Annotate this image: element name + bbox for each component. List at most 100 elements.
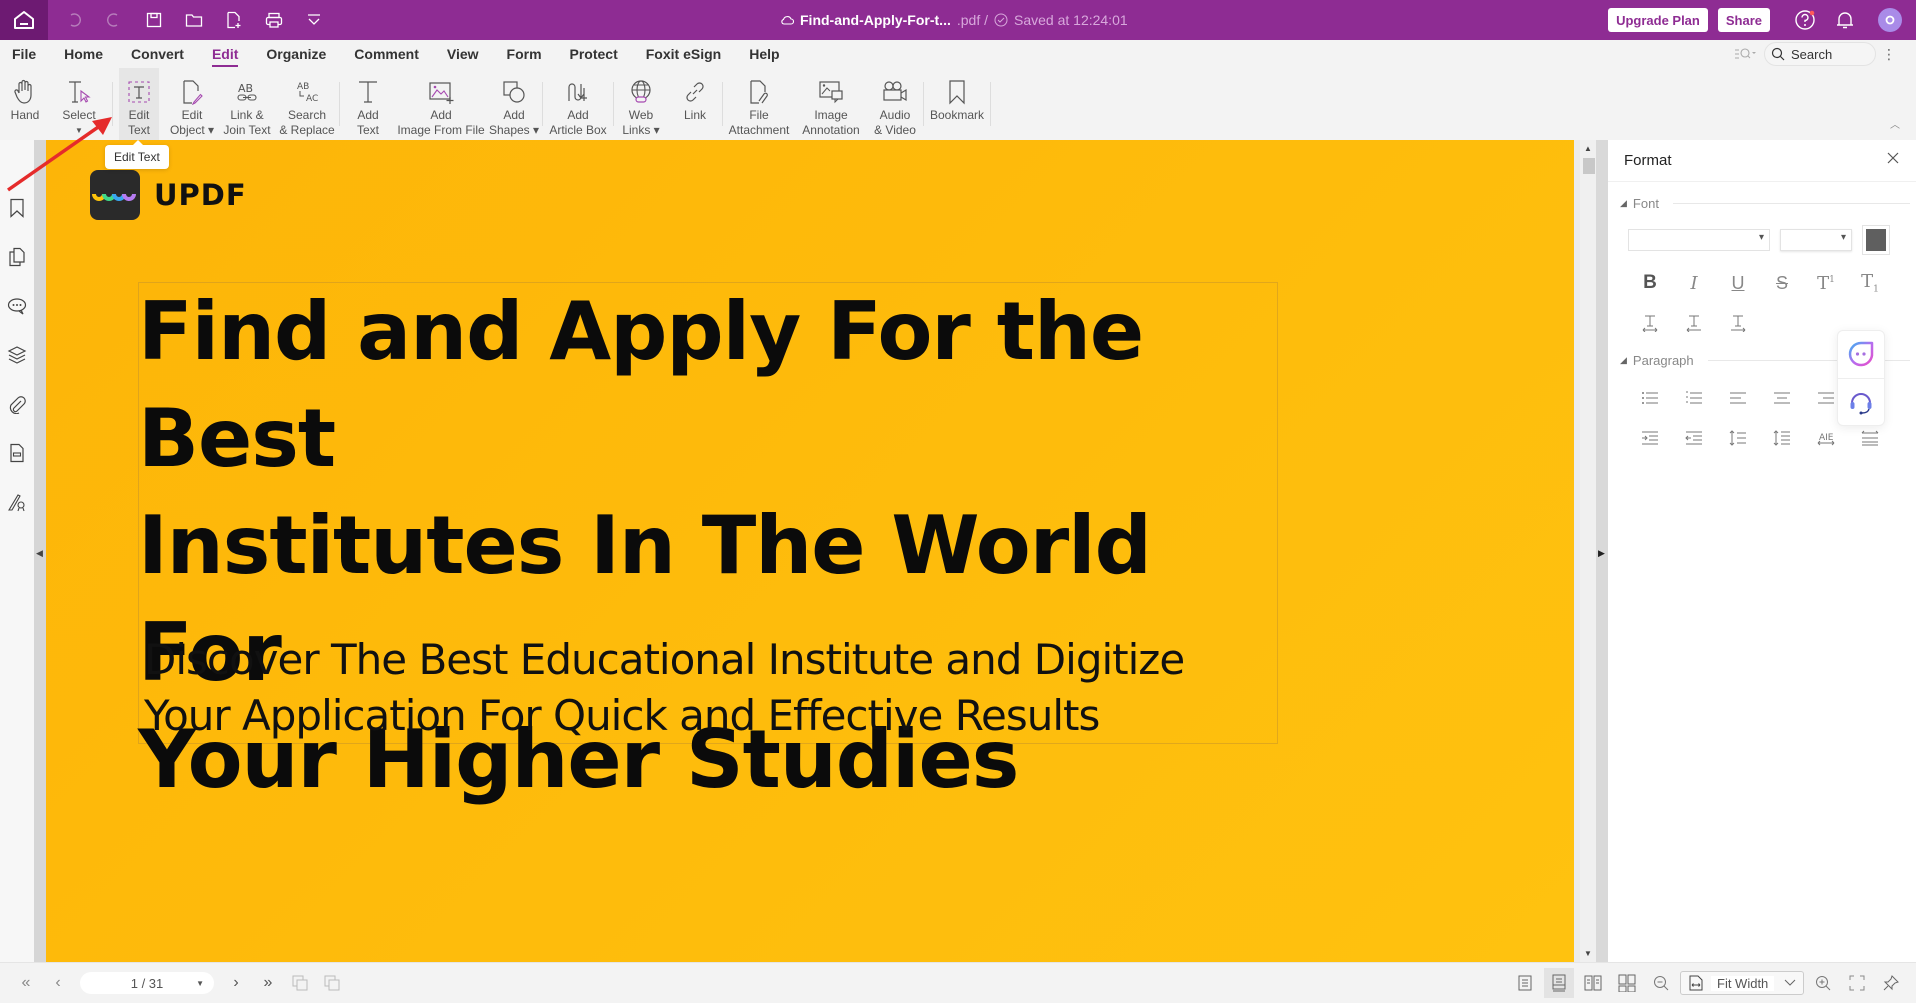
add-text-button[interactable]: Add Text <box>340 68 396 140</box>
add-shapes-button[interactable]: Add Shapes ▾ <box>486 68 542 140</box>
first-page-button[interactable]: « <box>10 968 42 998</box>
edit-text-button[interactable]: Edit Text <box>119 68 159 140</box>
sidebar-pages[interactable] <box>5 245 29 269</box>
menu-help[interactable]: Help <box>735 40 793 68</box>
line-spacing-button[interactable] <box>1716 422 1760 454</box>
continuous-view-button[interactable] <box>1544 968 1574 998</box>
fullscreen-button[interactable] <box>1842 968 1872 998</box>
edit-object-button[interactable]: Edit Object ▾ <box>165 68 219 140</box>
redo-button[interactable] <box>94 0 134 40</box>
share-button[interactable]: Share <box>1717 8 1770 32</box>
menu-file[interactable]: File <box>0 40 50 68</box>
align-left-button[interactable] <box>1716 382 1760 414</box>
last-page-button[interactable]: » <box>252 968 284 998</box>
menu-form[interactable]: Form <box>493 40 556 68</box>
next-page-button[interactable]: › <box>220 968 252 998</box>
customer-support-button[interactable] <box>1838 379 1884 426</box>
close-format-panel-button[interactable] <box>1886 151 1900 170</box>
save-button[interactable] <box>134 0 174 40</box>
search-replace-button[interactable]: AB AC Search & Replace <box>275 68 339 140</box>
zoom-out-button[interactable] <box>1646 968 1676 998</box>
menu-convert[interactable]: Convert <box>117 40 198 68</box>
numbered-list-button[interactable] <box>1672 382 1716 414</box>
customize-quick-access-button[interactable] <box>294 0 334 40</box>
print-button[interactable] <box>254 0 294 40</box>
sidebar-bookmarks[interactable] <box>5 196 29 220</box>
character-spacing-button[interactable] <box>1628 307 1672 339</box>
distribute-button[interactable] <box>1848 422 1892 454</box>
underline-button[interactable]: U <box>1716 267 1760 299</box>
page-number-input[interactable]: 1 / 31 ▼ <box>80 972 214 994</box>
help-button[interactable] <box>1790 9 1820 31</box>
scroll-down-arrow[interactable]: ▼ <box>1584 949 1592 958</box>
zoom-level-select[interactable]: Fit Width <box>1680 971 1804 995</box>
document-subtitle[interactable]: Discover The Best Educational Institute … <box>144 632 1284 744</box>
link-join-text-button[interactable]: AB Link & Join Text <box>219 68 275 140</box>
scrollbar-thumb[interactable] <box>1583 158 1595 174</box>
undo-button[interactable] <box>54 0 94 40</box>
ai-assistant-button[interactable] <box>1838 331 1884 379</box>
search-options-button[interactable] <box>1734 47 1758 61</box>
right-spacing-button[interactable] <box>1716 307 1760 339</box>
image-annotation-button[interactable]: Image Annotation <box>795 68 867 140</box>
upgrade-plan-button[interactable]: Upgrade Plan <box>1608 8 1708 32</box>
next-view-button[interactable] <box>316 968 348 998</box>
menu-organize[interactable]: Organize <box>252 40 340 68</box>
search-input[interactable]: Search <box>1764 42 1876 66</box>
menu-view[interactable]: View <box>433 40 493 68</box>
justify-button[interactable]: AIE <box>1804 422 1848 454</box>
sidebar-forms[interactable] <box>5 441 29 465</box>
sidebar-layers[interactable] <box>5 343 29 367</box>
scroll-up-arrow[interactable]: ▲ <box>1584 144 1592 153</box>
previous-page-button[interactable]: ‹ <box>42 968 74 998</box>
sidebar-attachments[interactable] <box>5 392 29 416</box>
menu-foxit-esign[interactable]: Foxit eSign <box>632 40 735 68</box>
font-color-picker[interactable] <box>1862 225 1890 255</box>
link-button[interactable]: Link <box>668 68 722 140</box>
notifications-button[interactable] <box>1830 10 1860 30</box>
font-family-select[interactable] <box>1628 229 1770 251</box>
menu-comment[interactable]: Comment <box>340 40 433 68</box>
zoom-in-button[interactable] <box>1808 968 1838 998</box>
font-section-header[interactable]: ◢ Font <box>1608 196 1916 211</box>
vertical-scrollbar[interactable]: ▲ ▼ <box>1580 140 1596 962</box>
audio-video-button[interactable]: Audio & Video <box>867 68 923 140</box>
collapse-left-panel-button[interactable]: ◀ <box>36 548 43 559</box>
bold-button[interactable]: B <box>1628 267 1672 299</box>
web-links-button[interactable]: Web Links ▾ <box>614 68 668 140</box>
bullet-list-button[interactable] <box>1628 382 1672 414</box>
file-attachment-button[interactable]: File Attachment <box>723 68 795 140</box>
select-tool-button[interactable]: Select ▼ <box>50 68 108 140</box>
open-button[interactable] <box>174 0 214 40</box>
indent-increase-button[interactable] <box>1628 422 1672 454</box>
font-size-select[interactable] <box>1780 229 1852 251</box>
two-page-continuous-button[interactable] <box>1612 968 1642 998</box>
sidebar-comments[interactable] <box>5 294 29 318</box>
pin-toolbar-button[interactable] <box>1876 968 1906 998</box>
subscript-button[interactable]: T1 <box>1848 267 1892 299</box>
align-center-button[interactable] <box>1760 382 1804 414</box>
user-avatar[interactable] <box>1878 8 1902 32</box>
more-options-button[interactable]: ⋮ <box>1882 47 1896 61</box>
add-image-button[interactable]: Add Image From File <box>396 68 486 140</box>
menu-home[interactable]: Home <box>50 40 117 68</box>
left-spacing-button[interactable] <box>1672 307 1716 339</box>
italic-button[interactable]: I <box>1672 267 1716 299</box>
indent-decrease-button[interactable] <box>1672 422 1716 454</box>
two-page-view-button[interactable] <box>1578 968 1608 998</box>
home-button[interactable] <box>0 0 48 40</box>
single-page-view-button[interactable] <box>1510 968 1540 998</box>
collapse-right-panel-button[interactable]: ▶ <box>1598 548 1605 559</box>
superscript-button[interactable]: T1 <box>1804 267 1848 299</box>
add-article-box-button[interactable]: Add Article Box <box>543 68 613 140</box>
hand-tool-button[interactable]: Hand <box>0 68 50 140</box>
previous-view-button[interactable] <box>284 968 316 998</box>
menu-protect[interactable]: Protect <box>556 40 632 68</box>
paragraph-spacing-button[interactable] <box>1760 422 1804 454</box>
new-file-button[interactable] <box>214 0 254 40</box>
sidebar-signatures[interactable] <box>5 490 29 514</box>
menu-edit[interactable]: Edit <box>198 40 252 68</box>
strikethrough-button[interactable]: S <box>1760 267 1804 299</box>
select-dropdown-caret[interactable]: ▼ <box>75 123 83 138</box>
bookmark-button[interactable]: Bookmark <box>924 68 990 140</box>
